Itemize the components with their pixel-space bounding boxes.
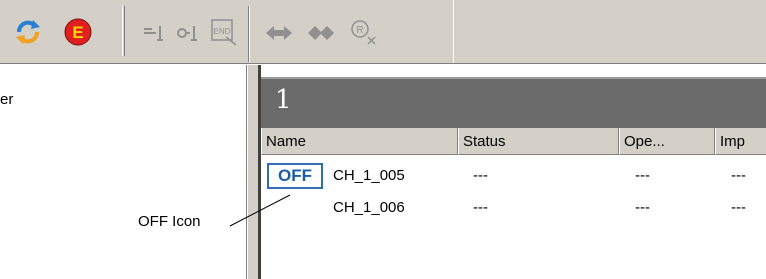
channel-panel: 1 Name Status Ope... Imp OFF CH_1_005 --…: [259, 65, 766, 279]
column-header-name[interactable]: Name: [261, 128, 458, 155]
channel-name: CH_1_005: [333, 167, 405, 184]
channel-imp: ---: [731, 167, 746, 184]
table-row[interactable]: CH_1_006 --- --- ---: [261, 193, 766, 223]
toolbar-separator: [248, 6, 250, 62]
diamond-arrows-icon[interactable]: [304, 20, 338, 46]
end-step-icon[interactable]: END: [208, 16, 240, 48]
registered-x-icon[interactable]: R: [346, 16, 380, 48]
channel-ope: ---: [635, 199, 650, 216]
refresh-cycle-icon[interactable]: [10, 14, 46, 50]
toolbar-empty-area: [453, 0, 766, 65]
end-step-label: END: [214, 27, 231, 36]
table-row[interactable]: OFF CH_1_005 --- --- ---: [261, 161, 766, 191]
arrows-horizontal-icon[interactable]: [262, 20, 296, 46]
column-header-status[interactable]: Status: [458, 128, 619, 155]
channel-imp: ---: [731, 199, 746, 216]
column-header-ope[interactable]: Ope...: [619, 128, 715, 155]
panel-title: 1: [275, 85, 292, 115]
channel-ope: ---: [635, 167, 650, 184]
off-status-icon[interactable]: OFF: [267, 163, 323, 189]
svg-text:E: E: [72, 23, 83, 42]
column-header-imp[interactable]: Imp: [715, 128, 766, 155]
column-headers: Name Status Ope... Imp: [261, 128, 766, 155]
svg-text:R: R: [356, 25, 363, 36]
tree-pane[interactable]: er: [0, 65, 247, 279]
channel-status: ---: [473, 167, 488, 184]
channel-name: CH_1_006: [333, 199, 405, 216]
toolbar: E END R: [0, 0, 766, 65]
callout-label: OFF Icon: [138, 213, 201, 230]
emergency-stop-icon[interactable]: E: [60, 14, 96, 50]
pane-splitter[interactable]: [247, 65, 259, 279]
step-forward-icon[interactable]: [140, 20, 168, 46]
channel-status: ---: [473, 199, 488, 216]
toolbar-grip[interactable]: [122, 6, 125, 56]
tree-item-label[interactable]: er: [0, 91, 13, 108]
panel-title-bar: 1: [261, 77, 766, 128]
step-add-icon[interactable]: [174, 20, 202, 46]
